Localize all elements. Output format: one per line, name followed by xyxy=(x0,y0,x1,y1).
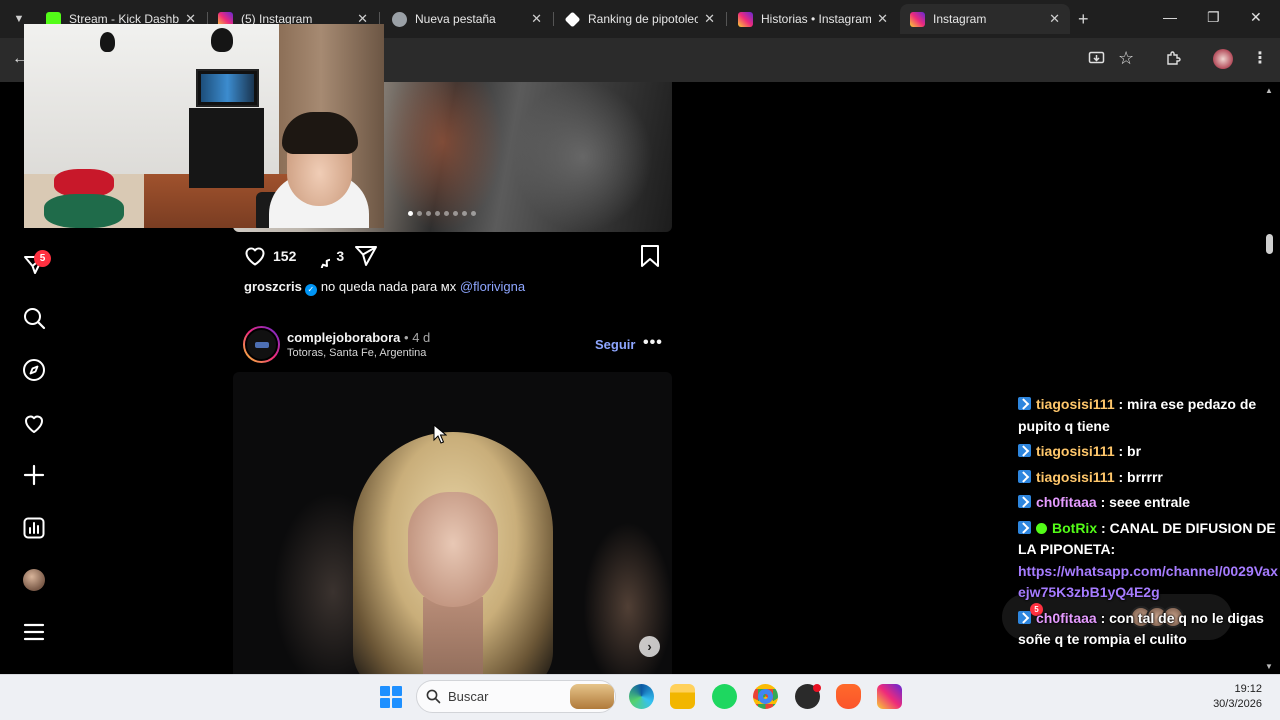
chat-message: ch0fitaaa : seee entrale xyxy=(1018,492,1280,514)
tab-close-icon[interactable]: ✕ xyxy=(531,11,542,27)
tab-new-tab[interactable]: Nueva pestaña ✕ xyxy=(382,4,552,34)
post-caption: groszcris ✓ no queda nada para ᴍx @florivi… xyxy=(244,279,525,296)
search-icon[interactable] xyxy=(22,306,46,330)
stream-chat: tiagosisi111 : mira ese pedazo de pupito… xyxy=(1018,394,1280,651)
scrollbar-thumb[interactable] xyxy=(1266,234,1273,254)
search-highlight-image xyxy=(570,684,614,709)
tab-instagram-active[interactable]: Instagram ✕ xyxy=(900,4,1070,34)
share-icon[interactable] xyxy=(354,244,378,268)
edge-browser-icon[interactable] xyxy=(629,684,654,709)
chat-username: tiagosisi111 xyxy=(1036,468,1115,485)
chrome-icon[interactable] xyxy=(753,684,778,709)
post-author: complejoborabora • 4 d xyxy=(287,330,430,345)
tab-close-icon[interactable]: ✕ xyxy=(877,11,888,27)
profile-avatar-icon[interactable] xyxy=(1213,49,1233,69)
menu-hamburger-icon[interactable] xyxy=(22,620,46,644)
tab-close-icon[interactable]: ✕ xyxy=(704,11,715,27)
subscriber-badge-icon xyxy=(1018,444,1031,457)
chrome-menu-icon[interactable]: ⋮ xyxy=(1252,48,1268,68)
post-author-avatar[interactable] xyxy=(243,326,280,363)
dashboard-icon[interactable] xyxy=(22,516,46,540)
explore-icon[interactable] xyxy=(22,358,46,382)
mouse-cursor-icon xyxy=(433,424,447,444)
instagram-favicon-icon xyxy=(910,11,925,27)
comment-icon[interactable] xyxy=(306,244,331,268)
post-actions: 152 3 xyxy=(243,244,378,268)
subscriber-badge-icon xyxy=(1018,520,1031,534)
tab-ranking[interactable]: Ranking de pipotolec ✕ xyxy=(555,4,725,34)
chat-message: BotRix : CANAL DE DIFUSION DE LA PIPONET… xyxy=(1018,518,1280,604)
bot-verified-icon xyxy=(1036,522,1047,534)
post-location[interactable]: Totoras, Santa Fe, Argentina xyxy=(287,347,426,359)
post-timestamp: • 4 d xyxy=(404,330,431,345)
taskbar-clock[interactable]: 19:12 30/3/2026 xyxy=(1200,682,1262,712)
messages-badge: 5 xyxy=(34,250,51,267)
create-plus-icon[interactable] xyxy=(22,463,46,487)
install-app-icon[interactable] xyxy=(1088,50,1105,67)
comment-count: 3 xyxy=(336,248,345,264)
chrome-favicon-icon xyxy=(392,11,407,27)
chat-message: tiagosisi111 : brrrrr xyxy=(1018,467,1280,489)
window-close-icon[interactable]: ✕ xyxy=(1250,9,1262,26)
spotify-icon[interactable] xyxy=(712,684,737,709)
clock-time: 19:12 xyxy=(1234,683,1262,695)
verified-badge-icon: ✓ xyxy=(304,284,317,296)
instagram-favicon-icon xyxy=(738,11,753,27)
clock-date: 30/3/2026 xyxy=(1213,698,1262,710)
window-maximize-icon[interactable]: ❐ xyxy=(1207,9,1220,26)
bookmark-star-icon[interactable]: ☆ xyxy=(1118,48,1134,69)
notifications-heart-icon[interactable] xyxy=(22,411,46,435)
chat-username: BotRix xyxy=(1052,519,1098,536)
tab-instagram-stories[interactable]: Historias • Instagram ✕ xyxy=(728,4,898,34)
post-author-username[interactable]: complejoborabora xyxy=(287,330,400,345)
new-tab-plus-icon[interactable]: + xyxy=(1078,10,1089,28)
brave-browser-icon[interactable] xyxy=(836,684,861,709)
file-explorer-icon[interactable] xyxy=(670,684,695,709)
chat-message: tiagosisi111 : br xyxy=(1018,441,1280,463)
webcam-overlay xyxy=(24,24,384,228)
carousel-next-icon[interactable]: › xyxy=(639,636,660,657)
instagram-app-icon[interactable] xyxy=(877,684,902,709)
subscriber-badge-icon xyxy=(1018,495,1031,508)
follow-button[interactable]: Seguir xyxy=(595,337,635,352)
extensions-puzzle-icon[interactable] xyxy=(1165,50,1182,67)
subscriber-badge-icon xyxy=(1018,610,1031,624)
tab-separator xyxy=(726,12,727,26)
subscriber-badge-icon xyxy=(1018,397,1031,410)
chat-username: tiagosisi111 xyxy=(1036,443,1115,459)
post-image[interactable] xyxy=(233,372,672,674)
caption-text: no queda nada para ᴍx xyxy=(320,279,457,294)
chat-username: tiagosisi111 xyxy=(1036,396,1115,412)
windows-start-icon[interactable] xyxy=(380,686,402,708)
caption-username[interactable]: groszcris xyxy=(244,279,302,294)
chat-username: ch0fitaaa xyxy=(1036,494,1097,510)
taskbar-search-icon xyxy=(426,689,441,704)
chat-message: ch0fitaaa : con tal de q no le digas soñ… xyxy=(1018,609,1264,647)
obs-recording-dot xyxy=(813,684,821,692)
carousel-dots xyxy=(408,211,476,216)
caption-mention-link[interactable]: @florivigna xyxy=(460,279,525,294)
tab-separator xyxy=(553,12,554,26)
more-options-icon[interactable]: ••• xyxy=(643,334,663,352)
chat-message: tiagosisi111 : mira ese pedazo de pupito… xyxy=(1018,396,1257,434)
chat-username: ch0fitaaa xyxy=(1036,609,1097,626)
window-minimize-icon[interactable]: — xyxy=(1163,9,1177,25)
subscriber-badge-icon xyxy=(1018,469,1031,483)
profile-avatar[interactable] xyxy=(23,569,45,591)
like-heart-icon[interactable] xyxy=(243,244,267,268)
save-bookmark-icon[interactable] xyxy=(639,244,661,268)
like-count: 152 xyxy=(273,248,297,264)
chat-link[interactable]: https://whatsapp.com/channel/0029Vaxejw7… xyxy=(1018,561,1280,604)
scroll-down-arrow-icon[interactable]: ▼ xyxy=(1265,662,1273,671)
diamond-favicon-icon xyxy=(564,11,581,27)
tab-close-icon[interactable]: ✕ xyxy=(1049,11,1060,27)
taskbar-search-placeholder: Buscar xyxy=(448,689,489,704)
scroll-up-arrow-icon[interactable]: ▲ xyxy=(1265,86,1273,95)
